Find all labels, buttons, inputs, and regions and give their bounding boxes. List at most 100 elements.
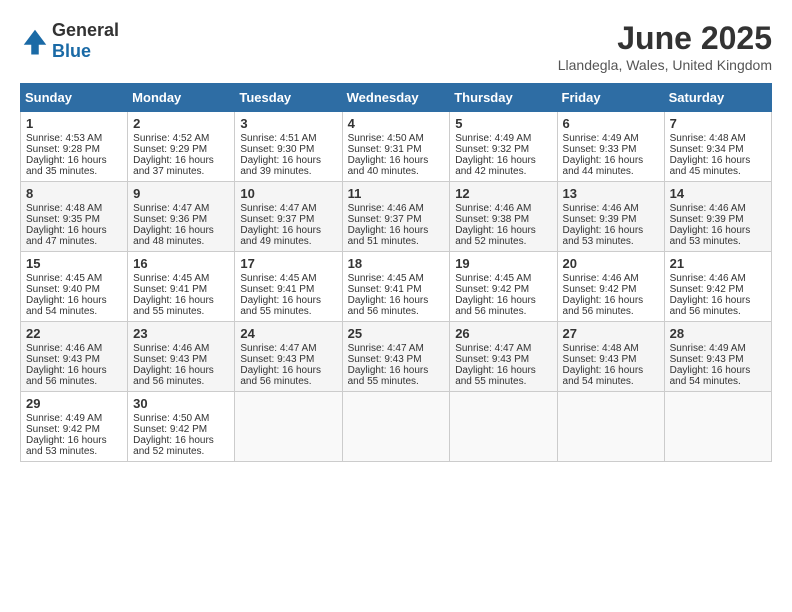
sunrise-label: Sunrise: 4:47 AM bbox=[455, 343, 531, 354]
sunset-label: Sunset: 9:31 PM bbox=[348, 144, 422, 155]
day-cell-26: 26 Sunrise: 4:47 AM Sunset: 9:43 PM Dayl… bbox=[450, 322, 557, 392]
sunset-label: Sunset: 9:43 PM bbox=[133, 354, 207, 365]
sunset-label: Sunset: 9:41 PM bbox=[348, 284, 422, 295]
sunset-label: Sunset: 9:34 PM bbox=[670, 144, 744, 155]
day-number: 1 bbox=[26, 116, 122, 131]
day-number: 3 bbox=[240, 116, 336, 131]
day-cell-5: 5 Sunrise: 4:49 AM Sunset: 9:32 PM Dayli… bbox=[450, 112, 557, 182]
daylight-label: Daylight: 16 hours and 49 minutes. bbox=[240, 225, 321, 247]
sunset-label: Sunset: 9:42 PM bbox=[26, 424, 100, 435]
page-header: General Blue June 2025 Llandegla, Wales,… bbox=[20, 20, 772, 73]
daylight-label: Daylight: 16 hours and 56 minutes. bbox=[240, 365, 321, 387]
sunrise-label: Sunrise: 4:47 AM bbox=[240, 343, 316, 354]
sunrise-label: Sunrise: 4:48 AM bbox=[563, 343, 639, 354]
day-number: 13 bbox=[563, 186, 659, 201]
logo-text: General Blue bbox=[52, 20, 119, 62]
header-friday: Friday bbox=[557, 84, 664, 112]
calendar-week: 29 Sunrise: 4:49 AM Sunset: 9:42 PM Dayl… bbox=[21, 392, 772, 462]
day-number: 15 bbox=[26, 256, 122, 271]
daylight-label: Daylight: 16 hours and 56 minutes. bbox=[348, 295, 429, 317]
header-tuesday: Tuesday bbox=[235, 84, 342, 112]
day-cell-17: 17 Sunrise: 4:45 AM Sunset: 9:41 PM Dayl… bbox=[235, 252, 342, 322]
title-area: June 2025 Llandegla, Wales, United Kingd… bbox=[558, 20, 772, 73]
daylight-label: Daylight: 16 hours and 37 minutes. bbox=[133, 155, 214, 177]
daylight-label: Daylight: 16 hours and 51 minutes. bbox=[348, 225, 429, 247]
day-cell-30: 30 Sunrise: 4:50 AM Sunset: 9:42 PM Dayl… bbox=[128, 392, 235, 462]
sunset-label: Sunset: 9:38 PM bbox=[455, 214, 529, 225]
day-cell-20: 20 Sunrise: 4:46 AM Sunset: 9:42 PM Dayl… bbox=[557, 252, 664, 322]
sunrise-label: Sunrise: 4:50 AM bbox=[133, 413, 209, 424]
daylight-label: Daylight: 16 hours and 54 minutes. bbox=[563, 365, 644, 387]
sunrise-label: Sunrise: 4:46 AM bbox=[670, 203, 746, 214]
logo-general: General bbox=[52, 20, 119, 40]
daylight-label: Daylight: 16 hours and 35 minutes. bbox=[26, 155, 107, 177]
sunrise-label: Sunrise: 4:47 AM bbox=[348, 343, 424, 354]
day-cell-15: 15 Sunrise: 4:45 AM Sunset: 9:40 PM Dayl… bbox=[21, 252, 128, 322]
day-number: 19 bbox=[455, 256, 551, 271]
sunset-label: Sunset: 9:39 PM bbox=[563, 214, 637, 225]
day-number: 17 bbox=[240, 256, 336, 271]
daylight-label: Daylight: 16 hours and 55 minutes. bbox=[348, 365, 429, 387]
logo-blue: Blue bbox=[52, 41, 91, 61]
empty-cell bbox=[557, 392, 664, 462]
header-monday: Monday bbox=[128, 84, 235, 112]
header-thursday: Thursday bbox=[450, 84, 557, 112]
sunrise-label: Sunrise: 4:47 AM bbox=[240, 203, 316, 214]
sunset-label: Sunset: 9:35 PM bbox=[26, 214, 100, 225]
sunset-label: Sunset: 9:36 PM bbox=[133, 214, 207, 225]
day-number: 7 bbox=[670, 116, 766, 131]
daylight-label: Daylight: 16 hours and 55 minutes. bbox=[133, 295, 214, 317]
sunrise-label: Sunrise: 4:46 AM bbox=[455, 203, 531, 214]
day-number: 9 bbox=[133, 186, 229, 201]
empty-cell bbox=[664, 392, 771, 462]
header-wednesday: Wednesday bbox=[342, 84, 450, 112]
sunset-label: Sunset: 9:29 PM bbox=[133, 144, 207, 155]
sunset-label: Sunset: 9:42 PM bbox=[133, 424, 207, 435]
logo: General Blue bbox=[20, 20, 119, 62]
sunrise-label: Sunrise: 4:53 AM bbox=[26, 133, 102, 144]
day-cell-28: 28 Sunrise: 4:49 AM Sunset: 9:43 PM Dayl… bbox=[664, 322, 771, 392]
sunset-label: Sunset: 9:40 PM bbox=[26, 284, 100, 295]
day-cell-19: 19 Sunrise: 4:45 AM Sunset: 9:42 PM Dayl… bbox=[450, 252, 557, 322]
day-cell-11: 11 Sunrise: 4:46 AM Sunset: 9:37 PM Dayl… bbox=[342, 182, 450, 252]
sunset-label: Sunset: 9:42 PM bbox=[563, 284, 637, 295]
day-number: 5 bbox=[455, 116, 551, 131]
daylight-label: Daylight: 16 hours and 56 minutes. bbox=[670, 295, 751, 317]
location: Llandegla, Wales, United Kingdom bbox=[558, 57, 772, 73]
daylight-label: Daylight: 16 hours and 42 minutes. bbox=[455, 155, 536, 177]
day-cell-7: 7 Sunrise: 4:48 AM Sunset: 9:34 PM Dayli… bbox=[664, 112, 771, 182]
sunrise-label: Sunrise: 4:49 AM bbox=[455, 133, 531, 144]
sunset-label: Sunset: 9:43 PM bbox=[348, 354, 422, 365]
day-cell-25: 25 Sunrise: 4:47 AM Sunset: 9:43 PM Dayl… bbox=[342, 322, 450, 392]
day-number: 16 bbox=[133, 256, 229, 271]
day-number: 8 bbox=[26, 186, 122, 201]
day-number: 4 bbox=[348, 116, 445, 131]
day-cell-16: 16 Sunrise: 4:45 AM Sunset: 9:41 PM Dayl… bbox=[128, 252, 235, 322]
sunrise-label: Sunrise: 4:48 AM bbox=[26, 203, 102, 214]
calendar-table: Sunday Monday Tuesday Wednesday Thursday… bbox=[20, 83, 772, 462]
sunrise-label: Sunrise: 4:46 AM bbox=[26, 343, 102, 354]
daylight-label: Daylight: 16 hours and 55 minutes. bbox=[455, 365, 536, 387]
sunset-label: Sunset: 9:43 PM bbox=[563, 354, 637, 365]
sunrise-label: Sunrise: 4:47 AM bbox=[133, 203, 209, 214]
day-cell-14: 14 Sunrise: 4:46 AM Sunset: 9:39 PM Dayl… bbox=[664, 182, 771, 252]
empty-cell bbox=[450, 392, 557, 462]
sunrise-label: Sunrise: 4:46 AM bbox=[563, 203, 639, 214]
day-cell-6: 6 Sunrise: 4:49 AM Sunset: 9:33 PM Dayli… bbox=[557, 112, 664, 182]
day-number: 30 bbox=[133, 396, 229, 411]
sunset-label: Sunset: 9:37 PM bbox=[240, 214, 314, 225]
daylight-label: Daylight: 16 hours and 53 minutes. bbox=[670, 225, 751, 247]
day-cell-18: 18 Sunrise: 4:45 AM Sunset: 9:41 PM Dayl… bbox=[342, 252, 450, 322]
day-cell-29: 29 Sunrise: 4:49 AM Sunset: 9:42 PM Dayl… bbox=[21, 392, 128, 462]
calendar-week-1: 1 Sunrise: 4:53 AM Sunset: 9:28 PM Dayli… bbox=[21, 112, 772, 182]
sunset-label: Sunset: 9:43 PM bbox=[26, 354, 100, 365]
calendar-week: 22 Sunrise: 4:46 AM Sunset: 9:43 PM Dayl… bbox=[21, 322, 772, 392]
daylight-label: Daylight: 16 hours and 56 minutes. bbox=[26, 365, 107, 387]
day-number: 12 bbox=[455, 186, 551, 201]
daylight-label: Daylight: 16 hours and 53 minutes. bbox=[26, 435, 107, 457]
sunset-label: Sunset: 9:37 PM bbox=[348, 214, 422, 225]
day-number: 14 bbox=[670, 186, 766, 201]
sunrise-label: Sunrise: 4:46 AM bbox=[670, 273, 746, 284]
day-number: 11 bbox=[348, 186, 445, 201]
sunrise-label: Sunrise: 4:46 AM bbox=[133, 343, 209, 354]
